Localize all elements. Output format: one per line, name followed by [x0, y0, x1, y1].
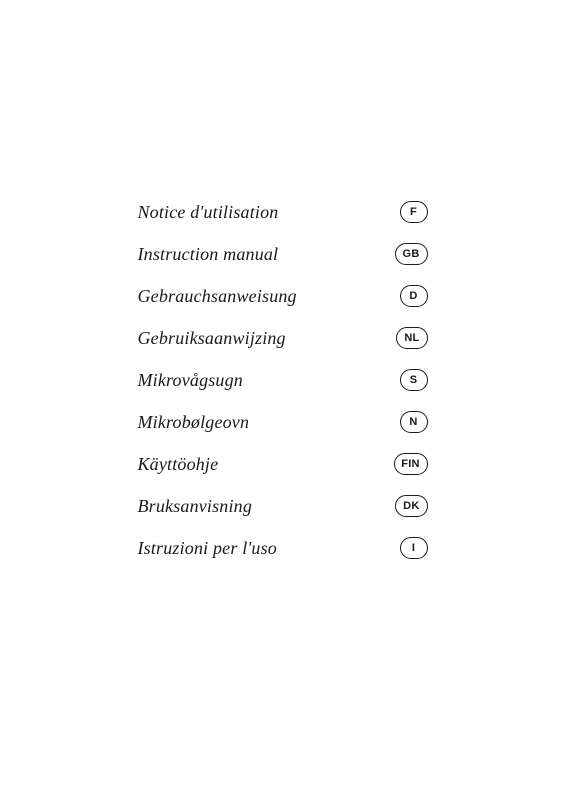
lang-badge: D [400, 285, 428, 307]
lang-badge: GB [395, 243, 428, 265]
manual-label: Gebruiksaanwijzing [138, 328, 286, 349]
lang-badge: NL [396, 327, 427, 349]
manual-row: Istruzioni per l'uso I [138, 527, 428, 569]
content-area: Notice d'utilisation F Instruction manual G… [138, 191, 428, 569]
page-container: Notice d'utilisation F Instruction manual G… [0, 0, 565, 800]
manual-row: Gebruiksaanwijzing NL [138, 317, 428, 359]
lang-badge: F [400, 201, 428, 223]
manual-row: Gebrauchsanweisung D [138, 275, 428, 317]
lang-badge: N [400, 411, 428, 433]
manual-label: Instruction manual [138, 244, 279, 265]
manual-row: Instruction manual GB [138, 233, 428, 275]
manual-label: Mikrovågsugn [138, 370, 243, 391]
lang-badge: I [400, 537, 428, 559]
manual-label: Bruksanvisning [138, 496, 253, 517]
manual-row: Käyttöohje FIN [138, 443, 428, 485]
manual-row: Bruksanvisning DK [138, 485, 428, 527]
manual-row: Notice d'utilisation F [138, 191, 428, 233]
manual-label: Gebrauchsanweisung [138, 286, 297, 307]
manual-row: Mikrobølgeovn N [138, 401, 428, 443]
manual-row: Mikrovågsugn S [138, 359, 428, 401]
manual-label: Istruzioni per l'uso [138, 538, 277, 559]
lang-badge: S [400, 369, 428, 391]
manual-label: Käyttöohje [138, 454, 219, 475]
lang-badge: FIN [394, 453, 428, 475]
manual-label: Notice d'utilisation [138, 202, 279, 223]
lang-badge: DK [395, 495, 427, 517]
manual-label: Mikrobølgeovn [138, 412, 250, 433]
